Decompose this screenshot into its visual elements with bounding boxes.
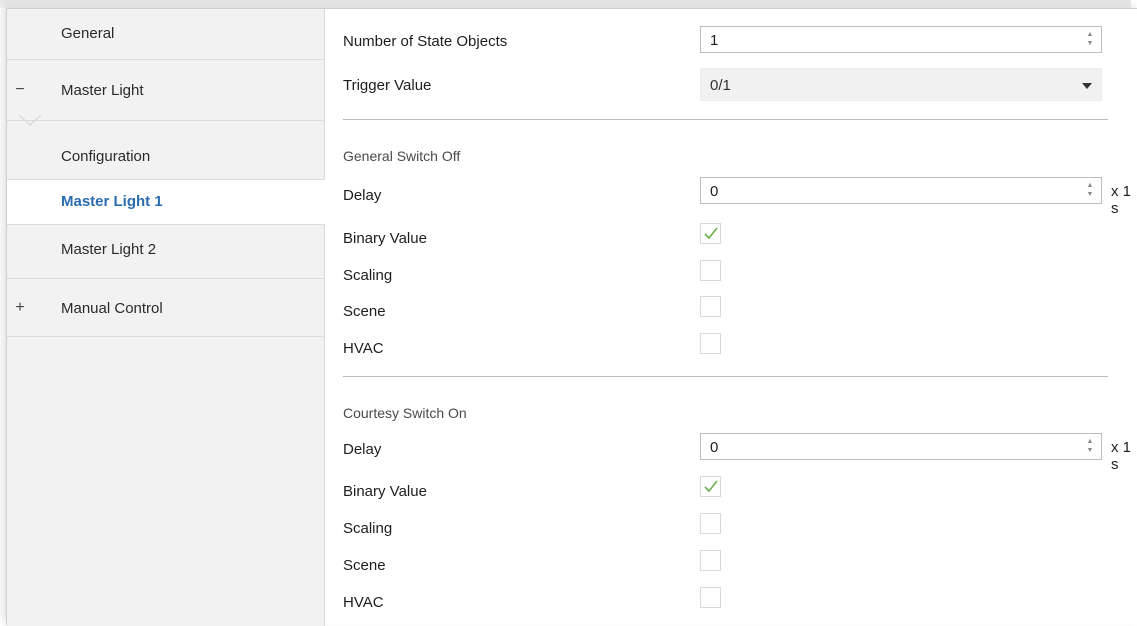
scaling-label: Scaling	[343, 520, 393, 537]
sidebar-item-label: Configuration	[61, 148, 151, 165]
parameter-panel: Number of State Objects 1 ▲ ▼ Trigger Va…	[325, 9, 1137, 626]
general-switch-off-title: General Switch Off	[343, 148, 461, 164]
courtesy-switch-on-title: Courtesy Switch On	[343, 405, 467, 421]
number-of-state-objects-spinbox[interactable]: 1 ▲ ▼	[700, 26, 1102, 53]
general-switch-off-scaling-checkbox[interactable]	[700, 260, 721, 281]
scaling-label: Scaling	[343, 267, 393, 284]
delay-unit: x 1 s	[1111, 439, 1132, 473]
hvac-label: HVAC	[343, 594, 384, 611]
sidebar-item-master-light-2[interactable]: Master Light 2	[7, 225, 325, 279]
section-divider	[343, 119, 1108, 120]
hvac-label: HVAC	[343, 340, 384, 357]
expand-icon[interactable]: +	[13, 299, 27, 317]
spinbox-arrows[interactable]: ▲ ▼	[1085, 181, 1095, 200]
arrow-up-icon[interactable]: ▲	[1085, 181, 1095, 190]
courtesy-switch-on-hvac-checkbox[interactable]	[700, 587, 721, 608]
trigger-value-label: Trigger Value	[343, 77, 432, 94]
sidebar-item-label: Master Light 2	[61, 241, 157, 258]
dropdown-value: 0/1	[710, 77, 731, 94]
spinbox-value: 0	[710, 183, 719, 200]
spinbox-value: 1	[710, 32, 719, 49]
spinbox-arrows[interactable]: ▲ ▼	[1085, 30, 1095, 49]
parameter-window: General − Master Light Configuration Mas…	[6, 8, 1137, 626]
general-switch-off-binary-value-checkbox[interactable]	[700, 223, 721, 244]
collapse-icon[interactable]: −	[13, 81, 27, 99]
general-switch-off-hvac-checkbox[interactable]	[700, 333, 721, 354]
sidebar-item-label: Manual Control	[61, 300, 163, 317]
courtesy-switch-on-scene-checkbox[interactable]	[700, 550, 721, 571]
sidebar-item-configuration[interactable]: Configuration	[7, 132, 325, 180]
binary-value-label: Binary Value	[343, 230, 427, 247]
arrow-down-icon[interactable]: ▼	[1085, 190, 1095, 199]
delay-unit: x 1 s	[1111, 183, 1132, 217]
sidebar-divider	[7, 120, 325, 121]
number-of-state-objects-label: Number of State Objects	[343, 33, 508, 50]
arrow-up-icon[interactable]: ▲	[1085, 437, 1095, 446]
courtesy-switch-on-scaling-checkbox[interactable]	[700, 513, 721, 534]
spinbox-value: 0	[710, 439, 719, 456]
sidebar-item-label: General	[61, 25, 115, 42]
scene-label: Scene	[343, 303, 386, 320]
sidebar-item-general[interactable]: General	[7, 9, 325, 60]
sidebar-item-label: Master Light 1	[61, 193, 163, 210]
sidebar-item-master-light[interactable]: − Master Light	[7, 60, 325, 120]
window-top-bar	[0, 0, 1131, 8]
chevron-down-icon	[1082, 83, 1092, 89]
general-switch-off-delay-spinbox[interactable]: 0 ▲ ▼	[700, 177, 1102, 204]
checkmark-icon	[704, 480, 718, 493]
arrow-up-icon[interactable]: ▲	[1085, 30, 1095, 39]
arrow-down-icon[interactable]: ▼	[1085, 39, 1095, 48]
scene-label: Scene	[343, 557, 386, 574]
delay-label: Delay	[343, 441, 382, 458]
sidebar-item-manual-control[interactable]: + Manual Control	[7, 279, 325, 337]
checkmark-icon	[704, 227, 718, 240]
tree-branch-indicator	[19, 115, 41, 126]
sidebar-item-master-light-1[interactable]: Master Light 1	[7, 180, 325, 225]
arrow-down-icon[interactable]: ▼	[1085, 446, 1095, 455]
spinbox-arrows[interactable]: ▲ ▼	[1085, 437, 1095, 456]
courtesy-switch-on-delay-spinbox[interactable]: 0 ▲ ▼	[700, 433, 1102, 460]
sidebar: General − Master Light Configuration Mas…	[7, 9, 325, 626]
section-divider	[343, 376, 1108, 377]
general-switch-off-scene-checkbox[interactable]	[700, 296, 721, 317]
delay-label: Delay	[343, 187, 382, 204]
trigger-value-dropdown[interactable]: 0/1	[700, 68, 1102, 101]
sidebar-item-label: Master Light	[61, 82, 144, 99]
courtesy-switch-on-binary-value-checkbox[interactable]	[700, 476, 721, 497]
binary-value-label: Binary Value	[343, 483, 427, 500]
